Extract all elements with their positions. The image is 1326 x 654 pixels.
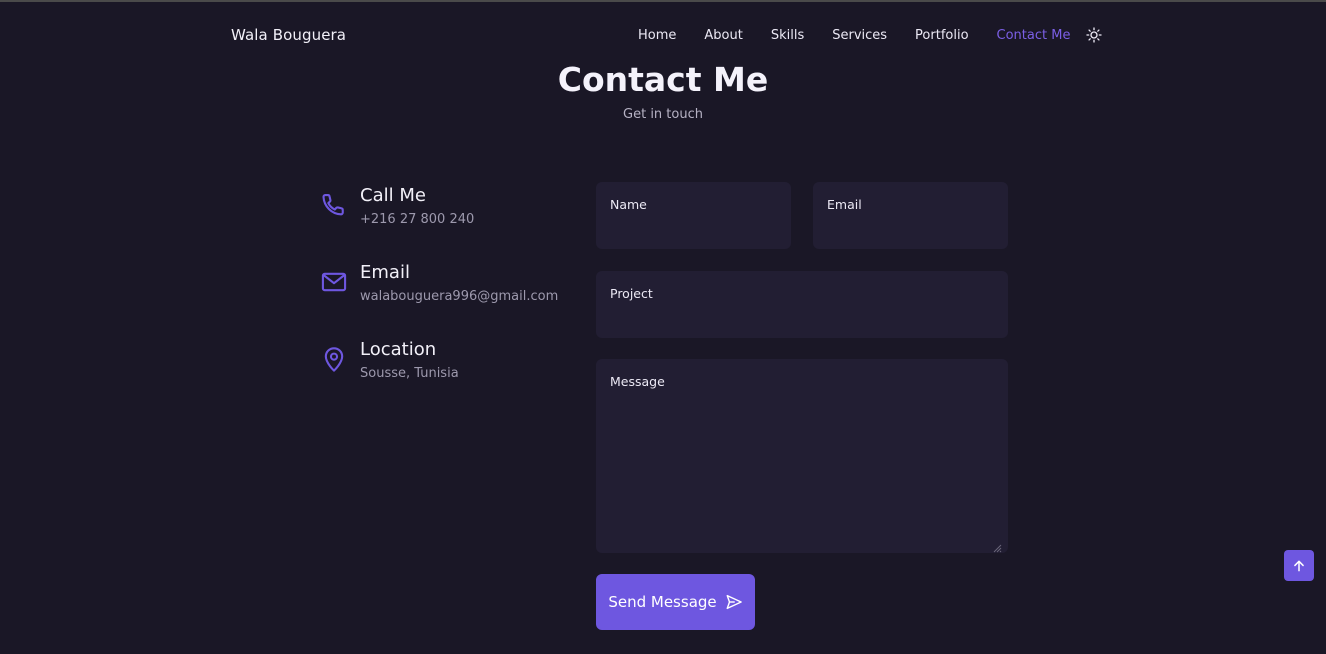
email-field-label: Email xyxy=(827,197,862,212)
mail-icon xyxy=(320,268,348,296)
message-field-label: Message xyxy=(610,374,665,389)
contact-email-title: Email xyxy=(360,262,410,283)
page-title: Contact Me xyxy=(557,60,769,99)
phone-icon xyxy=(320,191,348,219)
location-pin-icon xyxy=(320,345,348,373)
nav-contact-me[interactable]: Contact Me xyxy=(997,28,1071,43)
contact-location-title: Location xyxy=(360,339,437,360)
contact-call-title: Call Me xyxy=(360,185,426,206)
send-icon xyxy=(726,594,742,610)
name-field[interactable]: Name xyxy=(596,182,791,249)
nav-services[interactable]: Services xyxy=(832,28,887,43)
email-field[interactable]: Email xyxy=(813,182,1008,249)
send-message-label: Send Message xyxy=(608,593,717,611)
send-message-button[interactable]: Send Message xyxy=(596,574,755,630)
project-field-label: Project xyxy=(610,286,653,301)
scroll-up-button[interactable] xyxy=(1284,550,1314,581)
nav-home[interactable]: Home xyxy=(638,28,676,43)
contact-call: Call Me +216 27 800 240 xyxy=(320,185,474,227)
nav-about[interactable]: About xyxy=(704,28,742,43)
project-field[interactable]: Project xyxy=(596,271,1008,338)
name-field-label: Name xyxy=(610,197,647,212)
site-logo[interactable]: Wala Bouguera xyxy=(231,26,346,44)
sun-icon[interactable] xyxy=(1086,27,1103,43)
nav-portfolio[interactable]: Portfolio xyxy=(915,28,968,43)
contact-email: Email walabouguera996@gmail.com xyxy=(320,262,558,304)
main-nav: Home About Skills Services Portfolio Con… xyxy=(638,27,1103,43)
contact-location-value: Sousse, Tunisia xyxy=(360,366,459,381)
message-field[interactable]: Message xyxy=(596,359,1008,553)
page-subtitle: Get in touch xyxy=(623,107,703,122)
contact-phone-number: +216 27 800 240 xyxy=(360,212,475,227)
window-top-border xyxy=(0,0,1326,2)
nav-skills[interactable]: Skills xyxy=(771,28,804,43)
contact-location: Location Sousse, Tunisia xyxy=(320,339,459,381)
contact-email-address: walabouguera996@gmail.com xyxy=(360,289,559,304)
arrow-up-icon xyxy=(1294,560,1304,571)
resize-grip-icon[interactable] xyxy=(992,538,1002,553)
